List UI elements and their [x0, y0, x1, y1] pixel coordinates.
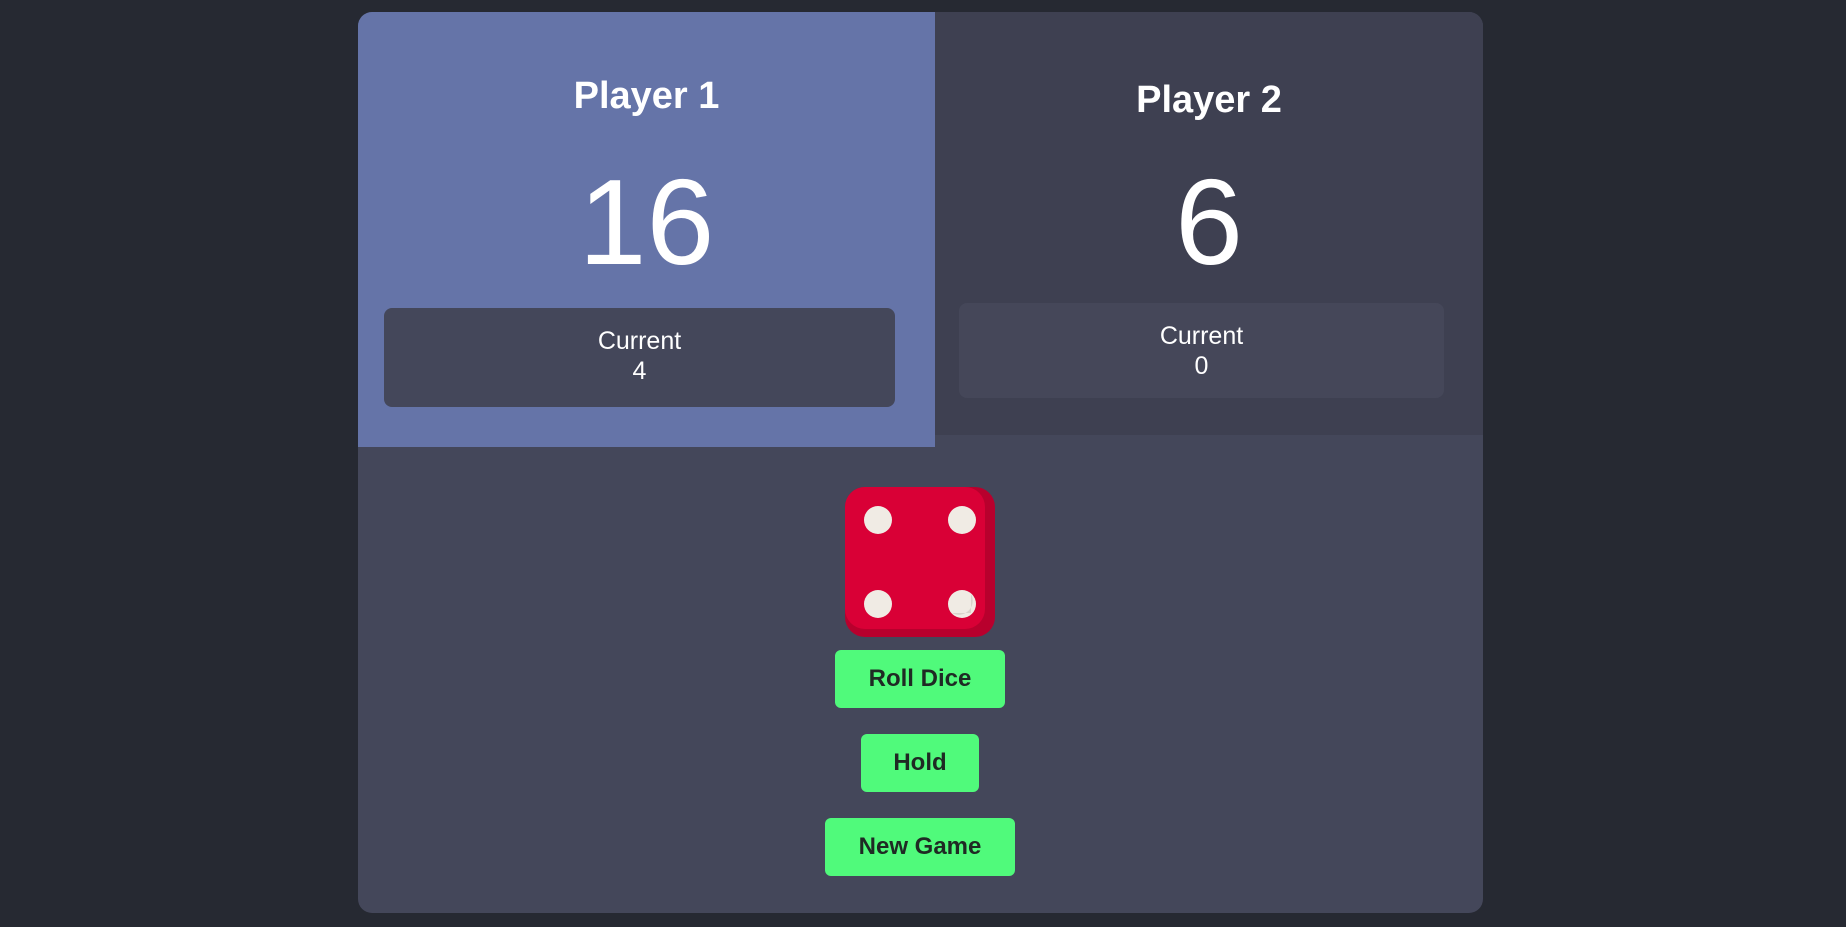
hold-button[interactable]: Hold [861, 734, 979, 792]
player-1-panel: Player 1 16 Current 4 [358, 12, 935, 447]
dice-pip [948, 506, 976, 534]
player-2-current-value: 0 [1194, 352, 1209, 380]
player-1-current-label: Current [597, 327, 682, 355]
player-2-name: Player 2 [1136, 79, 1282, 121]
player-2-panel: Player 2 6 Current 0 [935, 12, 1483, 435]
dice-graphic [845, 487, 995, 637]
dice-pip [864, 506, 892, 534]
player-2-score: 6 [1175, 154, 1243, 290]
dice-pip [864, 590, 892, 618]
player-1-score: 16 [578, 154, 715, 290]
player-1-current-value: 4 [632, 357, 647, 385]
player-1-current-box: Current 4 [384, 308, 895, 407]
player-2-current-box: Current 0 [959, 303, 1444, 398]
roll-dice-button[interactable]: Roll Dice [835, 650, 1005, 708]
player-2-current-label: Current [1159, 322, 1244, 350]
dice-four-icon [845, 487, 995, 637]
new-game-button[interactable]: New Game [825, 818, 1015, 876]
player-1-name: Player 1 [573, 75, 720, 117]
game-board: Player 1 16 Current 4 Player 2 6 Current… [358, 12, 1483, 913]
